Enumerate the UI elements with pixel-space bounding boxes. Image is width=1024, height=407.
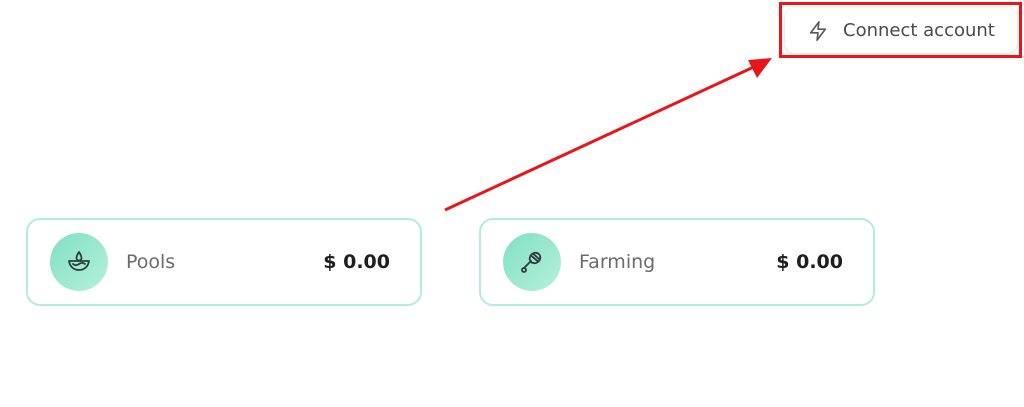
annotation-arrow [444, 58, 772, 212]
pools-card[interactable]: Pools $ 0.00 [26, 218, 422, 306]
pools-value: $ 0.00 [323, 251, 390, 273]
pools-label: Pools [126, 251, 176, 273]
pool-drop-icon [50, 233, 108, 291]
annotation-highlight-box [779, 2, 1022, 58]
farming-value: $ 0.00 [776, 251, 843, 273]
farming-label: Farming [579, 251, 656, 273]
farming-card[interactable]: Farming $ 0.00 [479, 218, 875, 306]
honey-dipper-icon [503, 233, 561, 291]
